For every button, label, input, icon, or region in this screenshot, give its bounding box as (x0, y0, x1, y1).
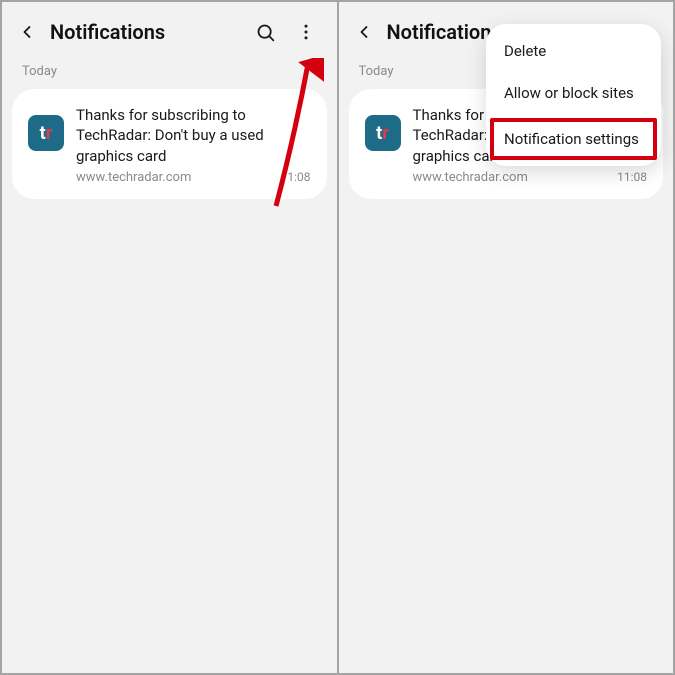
header-actions (255, 21, 317, 43)
notification-time: 11:08 (281, 170, 311, 184)
search-icon[interactable] (255, 21, 277, 43)
notification-site: www.techradar.com (76, 170, 191, 185)
section-label: Today (2, 56, 337, 89)
screenshot-left: Notifications Today tr Thanks for subscr… (2, 2, 337, 673)
back-icon[interactable] (16, 21, 38, 43)
menu-item-notification-settings[interactable]: Notification settings (490, 118, 657, 160)
screenshot-right: Notifications Today tr Thanks for subscr… (339, 2, 674, 673)
notification-title: Thanks for subscribing to TechRadar: Don… (76, 105, 311, 166)
notification-card[interactable]: tr Thanks for subscribing to TechRadar: … (12, 89, 327, 199)
notification-time: 11:08 (617, 170, 647, 184)
menu-item-allow-block[interactable]: Allow or block sites (490, 72, 657, 114)
card-meta: www.techradar.com 11:08 (413, 170, 648, 185)
card-body: Thanks for subscribing to TechRadar: Don… (76, 105, 311, 185)
more-icon[interactable] (295, 21, 317, 43)
overflow-menu: Delete Allow or block sites Notification… (486, 24, 661, 166)
header: Notifications (2, 2, 337, 56)
menu-item-delete[interactable]: Delete (490, 30, 657, 72)
card-meta: www.techradar.com 11:08 (76, 170, 311, 185)
notification-site: www.techradar.com (413, 170, 528, 185)
site-icon: tr (28, 115, 64, 151)
back-icon[interactable] (353, 21, 375, 43)
site-icon: tr (365, 115, 401, 151)
page-title: Notifications (50, 20, 255, 44)
